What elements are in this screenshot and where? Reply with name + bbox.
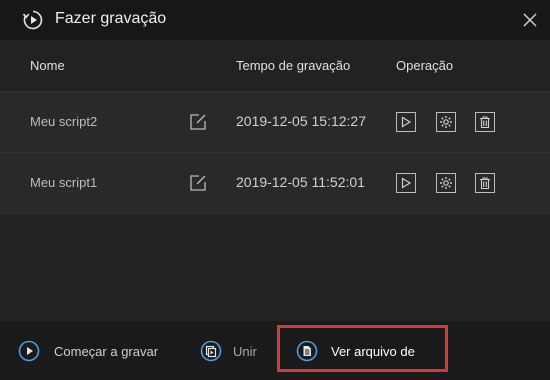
- recording-dialog: Fazer gravação Nome Tempo de gravação Op…: [0, 0, 550, 380]
- start-recording-label: Começar a gravar: [54, 344, 159, 359]
- close-icon[interactable]: [518, 8, 542, 32]
- start-recording-button[interactable]: Começar a gravar: [18, 321, 178, 380]
- gear-icon: [440, 177, 452, 189]
- play-icon: [401, 177, 412, 189]
- edit-icon[interactable]: [188, 173, 208, 193]
- play-button[interactable]: [396, 173, 416, 193]
- view-file-button[interactable]: Ver arquivo de: [277, 321, 448, 380]
- dialog-title: Fazer gravação: [55, 10, 167, 27]
- column-header-operation: Operação: [396, 58, 454, 73]
- script-name: Meu script1: [30, 175, 98, 190]
- play-button[interactable]: [396, 112, 416, 132]
- table-row: Meu script2 2019-12-05 15:12:27: [0, 91, 550, 153]
- document-icon: [296, 340, 318, 362]
- gear-icon: [440, 116, 452, 128]
- merge-label: Unir: [233, 344, 257, 359]
- column-header-name: Nome: [30, 58, 65, 73]
- column-header-time: Tempo de gravação: [236, 58, 351, 73]
- record-time: 2019-12-05 15:12:27: [236, 113, 366, 129]
- trash-icon: [480, 177, 490, 190]
- record-script-icon: [22, 10, 43, 30]
- merge-button[interactable]: Unir: [198, 321, 268, 380]
- play-icon: [401, 116, 412, 128]
- settings-button[interactable]: [436, 112, 456, 132]
- table-header: Nome Tempo de gravação Operação: [0, 40, 550, 90]
- table-row: Meu script1 2019-12-05 11:52:01: [0, 152, 550, 214]
- delete-button[interactable]: [475, 112, 495, 132]
- record-time: 2019-12-05 11:52:01: [236, 174, 365, 190]
- delete-button[interactable]: [475, 173, 495, 193]
- title-bar: Fazer gravação: [0, 0, 550, 40]
- trash-icon: [480, 116, 490, 129]
- view-file-label: Ver arquivo de: [331, 344, 415, 359]
- edit-icon[interactable]: [188, 112, 208, 132]
- merge-icon: [200, 340, 222, 362]
- play-circle-icon: [18, 340, 40, 362]
- footer-bar: Começar a gravar Unir Ver arquivo de: [0, 321, 550, 380]
- settings-button[interactable]: [436, 173, 456, 193]
- script-name: Meu script2: [30, 114, 98, 129]
